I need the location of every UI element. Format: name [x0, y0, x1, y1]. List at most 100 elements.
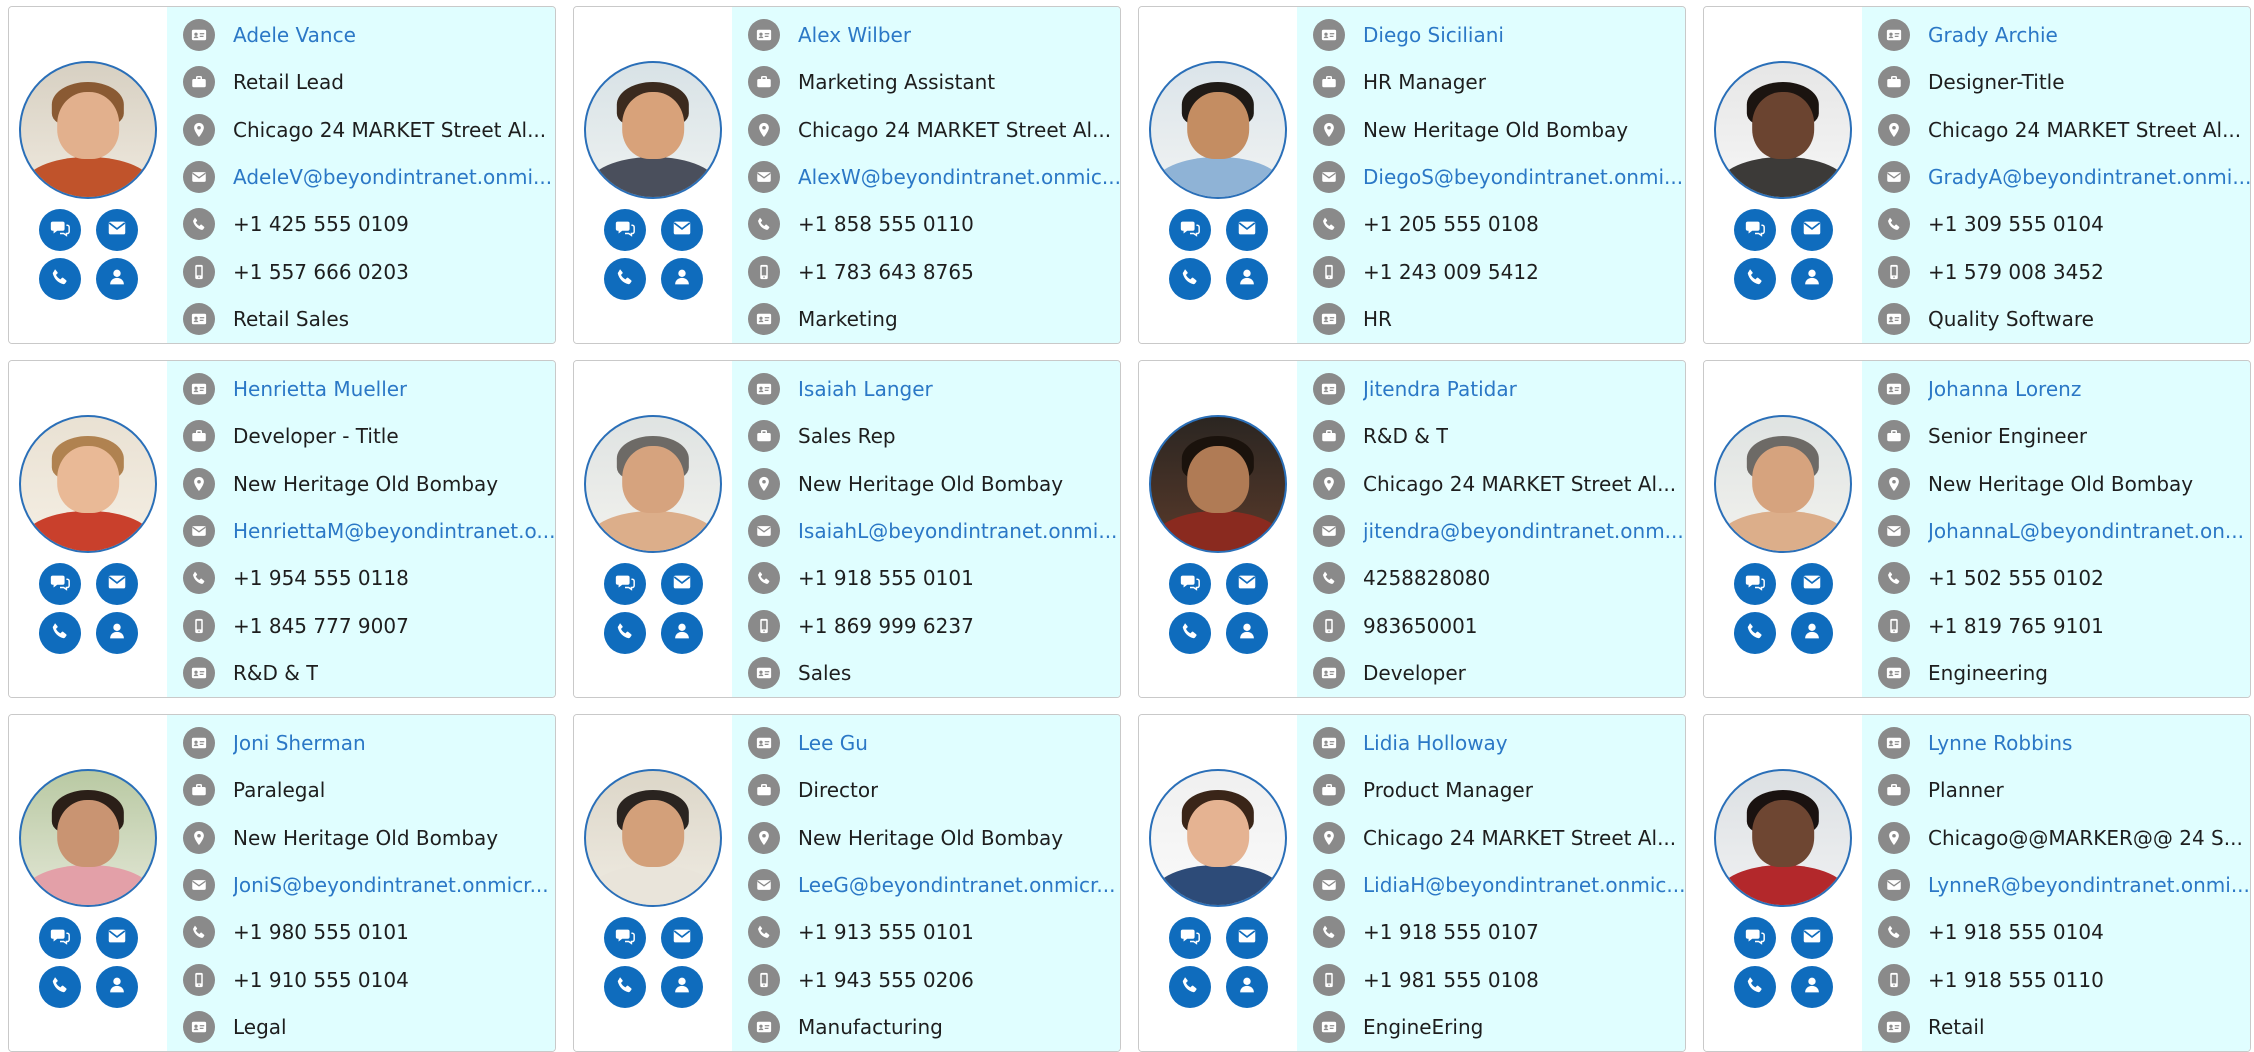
email-address-row[interactable]: AlexW@beyondintranet.onmic...: [748, 153, 1120, 200]
email-button[interactable]: [1790, 917, 1833, 959]
contact-name[interactable]: Joni Sherman: [233, 731, 366, 755]
chat-button[interactable]: [38, 209, 81, 251]
profile-button[interactable]: [1225, 258, 1268, 300]
profile-button[interactable]: [1225, 612, 1268, 654]
email-button[interactable]: [660, 917, 703, 959]
avatar[interactable]: [19, 415, 157, 553]
profile-button[interactable]: [1790, 258, 1833, 300]
call-button[interactable]: [38, 612, 81, 654]
chat-button[interactable]: [1733, 209, 1776, 251]
email-button[interactable]: [95, 209, 138, 251]
contact-name-row[interactable]: Adele Vance: [183, 11, 555, 58]
profile-button[interactable]: [1790, 966, 1833, 1008]
email-button[interactable]: [1225, 563, 1268, 605]
email-button[interactable]: [95, 563, 138, 605]
call-button[interactable]: [1168, 258, 1211, 300]
email-button[interactable]: [95, 917, 138, 959]
email-address-row[interactable]: IsaiahL@beyondintranet.onmi...: [748, 507, 1120, 554]
email-address[interactable]: DiegoS@beyondintranet.onmi...: [1363, 165, 1683, 189]
chat-button[interactable]: [38, 563, 81, 605]
call-button[interactable]: [38, 258, 81, 300]
contact-name[interactable]: Diego Siciliani: [1363, 23, 1504, 47]
profile-button[interactable]: [1790, 612, 1833, 654]
contact-name[interactable]: Lynne Robbins: [1928, 731, 2072, 755]
avatar[interactable]: [1149, 769, 1287, 907]
avatar[interactable]: [584, 415, 722, 553]
email-address[interactable]: HenriettaM@beyondintranet.o...: [233, 519, 555, 543]
email-button[interactable]: [1790, 209, 1833, 251]
chat-button[interactable]: [1733, 563, 1776, 605]
contact-name[interactable]: Jitendra Patidar: [1363, 377, 1517, 401]
email-address[interactable]: GradyA@beyondintranet.onmi...: [1928, 165, 2250, 189]
email-address-row[interactable]: LeeG@beyondintranet.onmicr...: [748, 861, 1120, 908]
email-address[interactable]: LeeG@beyondintranet.onmicr...: [798, 873, 1115, 897]
profile-button[interactable]: [1225, 966, 1268, 1008]
email-address-row[interactable]: JohannaL@beyondintranet.on...: [1878, 507, 2250, 554]
contact-name[interactable]: Lidia Holloway: [1363, 731, 1508, 755]
chat-button[interactable]: [1733, 917, 1776, 959]
contact-name-row[interactable]: Lidia Holloway: [1313, 719, 1685, 766]
chat-button[interactable]: [38, 917, 81, 959]
contact-name[interactable]: Lee Gu: [798, 731, 868, 755]
contact-name[interactable]: Johanna Lorenz: [1928, 377, 2081, 401]
call-button[interactable]: [1733, 612, 1776, 654]
email-button[interactable]: [1225, 209, 1268, 251]
avatar[interactable]: [19, 769, 157, 907]
chat-button[interactable]: [1168, 917, 1211, 959]
email-address-row[interactable]: LynneR@beyondintranet.onmi...: [1878, 861, 2250, 908]
contact-name-row[interactable]: Lee Gu: [748, 719, 1120, 766]
contact-name-row[interactable]: Joni Sherman: [183, 719, 555, 766]
email-button[interactable]: [660, 563, 703, 605]
chat-button[interactable]: [603, 917, 646, 959]
email-address[interactable]: AlexW@beyondintranet.onmic...: [798, 165, 1120, 189]
email-address-row[interactable]: GradyA@beyondintranet.onmi...: [1878, 153, 2250, 200]
profile-button[interactable]: [660, 258, 703, 300]
email-address[interactable]: jitendra@beyondintranet.onm...: [1363, 519, 1684, 543]
email-button[interactable]: [1225, 917, 1268, 959]
call-button[interactable]: [1168, 966, 1211, 1008]
avatar[interactable]: [1714, 61, 1852, 199]
email-address[interactable]: LynneR@beyondintranet.onmi...: [1928, 873, 2250, 897]
email-address[interactable]: IsaiahL@beyondintranet.onmi...: [798, 519, 1117, 543]
chat-button[interactable]: [603, 209, 646, 251]
avatar[interactable]: [1714, 415, 1852, 553]
avatar[interactable]: [1149, 415, 1287, 553]
chat-button[interactable]: [1168, 563, 1211, 605]
call-button[interactable]: [603, 966, 646, 1008]
email-address[interactable]: AdeleV@beyondintranet.onmi...: [233, 165, 552, 189]
email-address[interactable]: JoniS@beyondintranet.onmicr...: [233, 873, 549, 897]
email-address[interactable]: JohannaL@beyondintranet.on...: [1928, 519, 2244, 543]
contact-name-row[interactable]: Jitendra Patidar: [1313, 365, 1685, 412]
email-address-row[interactable]: jitendra@beyondintranet.onm...: [1313, 507, 1685, 554]
contact-name-row[interactable]: Grady Archie: [1878, 11, 2250, 58]
email-address-row[interactable]: LidiaH@beyondintranet.onmic...: [1313, 861, 1685, 908]
email-address[interactable]: LidiaH@beyondintranet.onmic...: [1363, 873, 1685, 897]
profile-button[interactable]: [660, 612, 703, 654]
contact-name-row[interactable]: Johanna Lorenz: [1878, 365, 2250, 412]
contact-name-row[interactable]: Diego Siciliani: [1313, 11, 1685, 58]
contact-name[interactable]: Adele Vance: [233, 23, 356, 47]
avatar[interactable]: [19, 61, 157, 199]
chat-button[interactable]: [603, 563, 646, 605]
email-button[interactable]: [1790, 563, 1833, 605]
call-button[interactable]: [1168, 612, 1211, 654]
call-button[interactable]: [1733, 966, 1776, 1008]
chat-button[interactable]: [1168, 209, 1211, 251]
contact-name[interactable]: Grady Archie: [1928, 23, 2058, 47]
avatar[interactable]: [584, 61, 722, 199]
call-button[interactable]: [603, 612, 646, 654]
avatar[interactable]: [1714, 769, 1852, 907]
contact-name-row[interactable]: Alex Wilber: [748, 11, 1120, 58]
email-button[interactable]: [660, 209, 703, 251]
profile-button[interactable]: [95, 258, 138, 300]
profile-button[interactable]: [660, 966, 703, 1008]
profile-button[interactable]: [95, 966, 138, 1008]
call-button[interactable]: [603, 258, 646, 300]
contact-name[interactable]: Henrietta Mueller: [233, 377, 407, 401]
call-button[interactable]: [1733, 258, 1776, 300]
contact-name-row[interactable]: Lynne Robbins: [1878, 719, 2250, 766]
contact-name-row[interactable]: Isaiah Langer: [748, 365, 1120, 412]
contact-name[interactable]: Alex Wilber: [798, 23, 911, 47]
email-address-row[interactable]: AdeleV@beyondintranet.onmi...: [183, 153, 555, 200]
email-address-row[interactable]: DiegoS@beyondintranet.onmi...: [1313, 153, 1685, 200]
